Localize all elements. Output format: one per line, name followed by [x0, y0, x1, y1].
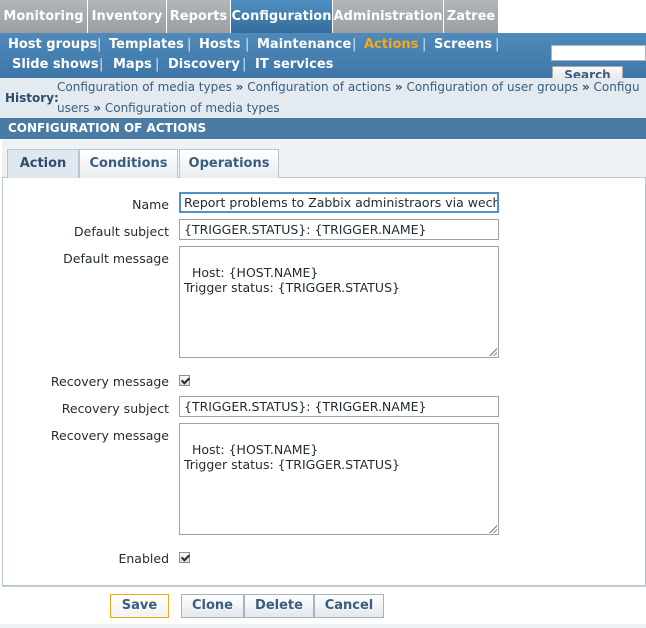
- tab-inventory[interactable]: Inventory: [88, 0, 167, 33]
- resize-grip-icon[interactable]: [489, 348, 497, 356]
- recovery-message-checkbox-label: Recovery message: [50, 374, 169, 389]
- section-title: CONFIGURATION OF ACTIONS: [0, 118, 646, 139]
- subnav-separator: |: [99, 57, 104, 72]
- recovery-message-checkbox[interactable]: [179, 375, 190, 386]
- subnav-separator: |: [97, 37, 102, 52]
- history-line-1: Configuration of media types » Configura…: [57, 80, 640, 94]
- history-link[interactable]: users: [57, 101, 89, 115]
- tab-administration[interactable]: Administration: [333, 0, 444, 33]
- subnav-maps[interactable]: Maps: [113, 57, 152, 72]
- subnav-separator: |: [352, 37, 357, 52]
- subnav-screens[interactable]: Screens: [434, 37, 492, 52]
- recovery-message-textarea[interactable]: Host: {HOST.NAME} Trigger status: {TRIGG…: [179, 423, 499, 535]
- history-arrow: »: [235, 80, 244, 94]
- main-menu: Monitoring Inventory Reports Configurati…: [0, 0, 646, 34]
- history-link[interactable]: Configuration of actions: [247, 80, 391, 94]
- subnav-slide-shows[interactable]: Slide shows: [12, 57, 99, 72]
- search-input[interactable]: [551, 45, 646, 61]
- history-line-2: users » Configuration of media types: [57, 101, 280, 115]
- subnav-separator: |: [245, 37, 250, 52]
- enabled-checkbox[interactable]: [179, 552, 190, 563]
- name-label: Name: [132, 197, 169, 212]
- name-input[interactable]: Report problems to Zabbix administraors …: [179, 192, 499, 213]
- sub-menu: Host groups | Templates | Hosts | Mainte…: [0, 33, 646, 78]
- default-message-text: Host: {HOST.NAME} Trigger status: {TRIGG…: [184, 265, 400, 295]
- history-arrow: »: [581, 80, 590, 94]
- tab-monitoring[interactable]: Monitoring: [0, 0, 88, 33]
- form-tab-strip: Action Conditions Operations: [2, 139, 646, 178]
- default-message-label: Default message: [63, 251, 169, 266]
- delete-button[interactable]: Delete: [244, 594, 314, 618]
- recovery-subject-input[interactable]: {TRIGGER.STATUS}: {TRIGGER.NAME}: [179, 396, 499, 417]
- subnav-it-services[interactable]: IT services: [255, 57, 333, 72]
- default-subject-input[interactable]: {TRIGGER.STATUS}: {TRIGGER.NAME}: [179, 219, 499, 240]
- history-link[interactable]: Configuration of user groups: [406, 80, 578, 94]
- tab-zatree[interactable]: Zatree: [444, 0, 499, 33]
- subnav-separator: |: [422, 37, 427, 52]
- tab-action[interactable]: Action: [7, 149, 79, 178]
- clone-button[interactable]: Clone: [181, 594, 244, 618]
- subnav-separator: |: [242, 57, 247, 72]
- recovery-subject-label: Recovery subject: [61, 401, 169, 416]
- subnav-separator: |: [495, 37, 500, 52]
- subnav-separator: |: [155, 57, 160, 72]
- enabled-label: Enabled: [118, 551, 169, 566]
- tab-reports[interactable]: Reports: [167, 0, 231, 33]
- default-subject-label: Default subject: [74, 224, 169, 239]
- bottom-edge: [0, 624, 646, 628]
- subnav-actions[interactable]: Actions: [364, 37, 418, 52]
- cancel-button[interactable]: Cancel: [314, 594, 384, 618]
- history-link[interactable]: Configu: [594, 80, 640, 94]
- history-link[interactable]: Configuration of media types: [57, 80, 232, 94]
- save-button[interactable]: Save: [110, 594, 169, 618]
- resize-grip-icon[interactable]: [489, 525, 497, 533]
- subnav-discovery[interactable]: Discovery: [168, 57, 240, 72]
- tab-operations[interactable]: Operations: [179, 149, 279, 178]
- recovery-message-label: Recovery message: [50, 428, 169, 443]
- subnav-separator: |: [187, 37, 192, 52]
- subnav-templates[interactable]: Templates: [109, 37, 184, 52]
- subnav-hosts[interactable]: Hosts: [199, 37, 241, 52]
- history-arrow: »: [394, 80, 403, 94]
- history-bar: History: Configuration of media types » …: [0, 78, 646, 118]
- subnav-maintenance[interactable]: Maintenance: [257, 37, 351, 52]
- default-message-textarea[interactable]: Host: {HOST.NAME} Trigger status: {TRIGG…: [179, 246, 499, 358]
- history-label: History:: [5, 91, 59, 105]
- history-arrow: »: [93, 101, 102, 115]
- subnav-host-groups[interactable]: Host groups: [8, 37, 97, 52]
- tab-configuration[interactable]: Configuration: [231, 0, 333, 33]
- recovery-message-text: Host: {HOST.NAME} Trigger status: {TRIGG…: [184, 442, 400, 472]
- history-link[interactable]: Configuration of media types: [105, 101, 280, 115]
- tab-conditions[interactable]: Conditions: [79, 149, 178, 178]
